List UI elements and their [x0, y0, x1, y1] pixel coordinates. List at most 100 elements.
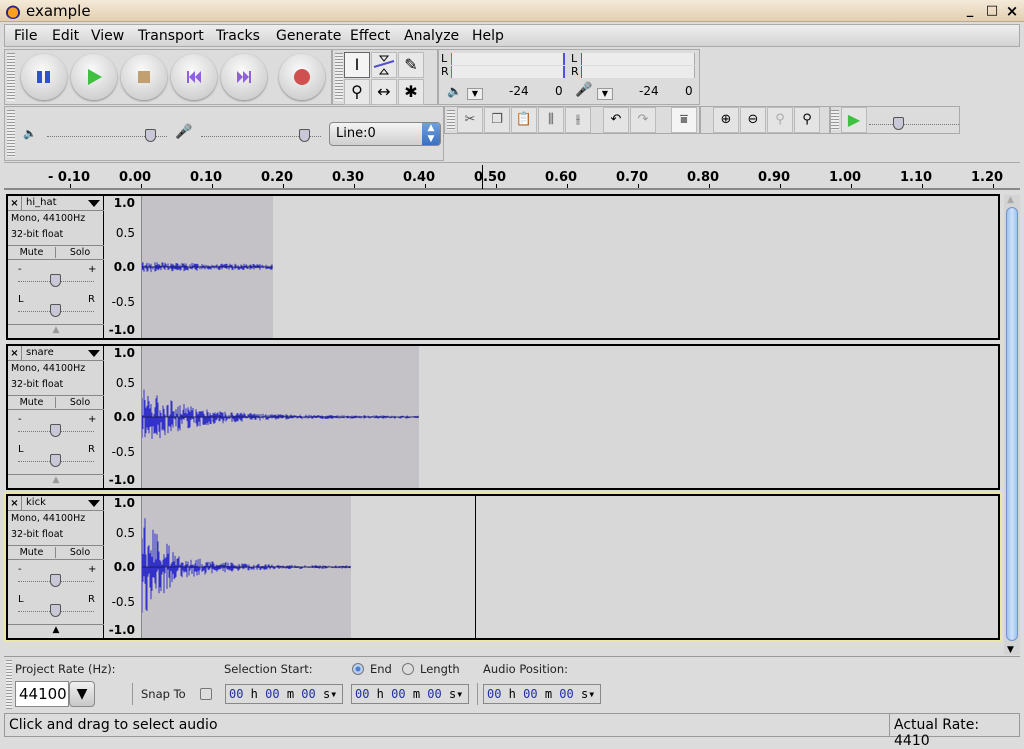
mute-button[interactable]: Mute [8, 397, 56, 408]
track-snare[interactable]: × snare Mono, 44100Hz 32-bit float Mute S… [6, 344, 1000, 490]
zoom-tool-button[interactable]: ⚲ [344, 79, 370, 105]
close-track-icon[interactable]: × [8, 496, 22, 511]
cut-button[interactable]: ✂ [457, 107, 483, 133]
track-name-bar[interactable]: × snare [8, 346, 104, 361]
menu-tracks[interactable]: Tracks [216, 28, 260, 44]
trim-button[interactable]: ⫼ [538, 107, 564, 133]
fit-selection-button[interactable]: ⚲ [767, 107, 793, 133]
collapse-track-button[interactable]: ▲ [8, 474, 104, 488]
redo-button[interactable]: ↷ [630, 107, 656, 133]
audio-clip[interactable] [142, 346, 419, 488]
output-meter-right[interactable] [451, 66, 565, 78]
solo-button[interactable]: Solo [56, 247, 104, 258]
mute-button[interactable]: Mute [8, 247, 56, 258]
minimize-button[interactable]: _ [962, 3, 978, 19]
stop-button[interactable] [121, 54, 167, 100]
output-meter-left[interactable] [451, 53, 565, 65]
scroll-up-icon[interactable]: ▲ [1007, 195, 1014, 205]
play-button[interactable] [71, 54, 117, 100]
track-menu-arrow-icon[interactable] [88, 500, 100, 507]
menu-help[interactable]: Help [472, 28, 504, 44]
track-menu-arrow-icon[interactable] [88, 200, 100, 207]
project-rate-input[interactable]: 44100 [15, 681, 69, 707]
selection-start-time[interactable]: 00 h 00 m 00 s▾ [225, 684, 343, 704]
track-kick[interactable]: × kick Mono, 44100Hz 32-bit float Mute So… [4, 492, 1002, 642]
record-button[interactable] [279, 54, 325, 100]
gain-slider[interactable] [18, 268, 94, 287]
zoom-out-button[interactable]: ⊖ [740, 107, 766, 133]
gain-slider[interactable] [18, 418, 94, 437]
playback-speed-slider[interactable] [869, 111, 959, 130]
track-menu-arrow-icon[interactable] [88, 350, 100, 357]
paste-button[interactable]: 📋 [511, 107, 537, 133]
scrollbar-thumb[interactable] [1006, 207, 1018, 641]
pause-button[interactable] [21, 54, 67, 100]
vertical-scale[interactable]: 1.0 0.5 0.0 -0.5 -1.0 [104, 196, 142, 338]
track-hi_hat[interactable]: × hi_hat Mono, 44100Hz 32-bit float Mute… [6, 194, 1000, 340]
scroll-down-icon[interactable]: ▼ [1007, 645, 1014, 655]
slider-thumb[interactable] [50, 274, 61, 287]
close-track-icon[interactable]: × [8, 346, 22, 361]
output-volume-slider[interactable] [47, 123, 167, 142]
toolbar-grip[interactable] [335, 53, 343, 101]
play-at-speed-button[interactable]: ▶ [841, 107, 867, 133]
pan-slider[interactable] [18, 298, 94, 317]
skip-to-end-button[interactable] [221, 54, 267, 100]
menu-analyze[interactable]: Analyze [404, 28, 459, 44]
track-name-bar[interactable]: × hi_hat [8, 196, 104, 211]
audio-clip[interactable] [142, 496, 351, 638]
vertical-scale[interactable]: 1.0 0.5 0.0 -0.5 -1.0 [104, 496, 142, 638]
close-track-icon[interactable]: × [8, 196, 22, 211]
audio-position-time[interactable]: 00 h 00 m 00 s▾ [483, 684, 601, 704]
play-cursor-marker[interactable] [481, 165, 483, 189]
slider-thumb[interactable] [50, 604, 61, 617]
gain-slider[interactable] [18, 568, 94, 587]
menu-file[interactable]: File [14, 28, 37, 44]
menu-effect[interactable]: Effect [350, 28, 390, 44]
silence-button[interactable]: ⫲ [565, 107, 591, 133]
collapse-track-button[interactable]: ▲ [8, 324, 104, 338]
slider-thumb[interactable] [145, 129, 156, 142]
vertical-scale[interactable]: 1.0 0.5 0.0 -0.5 -1.0 [104, 346, 142, 488]
selection-end-time[interactable]: 00 h 00 m 00 s▾ [351, 684, 469, 704]
vertical-scrollbar[interactable]: ▲ ▼ [1004, 195, 1020, 655]
mute-button[interactable]: Mute [8, 547, 56, 558]
toolbar-grip[interactable] [7, 53, 15, 101]
toolbar-grip[interactable] [6, 660, 12, 709]
menu-view[interactable]: View [91, 28, 124, 44]
toolbar-grip[interactable] [831, 110, 839, 130]
toolbar-grip[interactable] [7, 110, 15, 157]
menu-transport[interactable]: Transport [138, 28, 204, 44]
track-name-bar[interactable]: × kick [8, 496, 104, 511]
skip-to-start-button[interactable] [171, 54, 217, 100]
length-radio[interactable] [402, 663, 414, 675]
slider-thumb[interactable] [893, 117, 904, 130]
collapse-track-button[interactable]: ▲ [8, 624, 104, 638]
snap-to-checkbox[interactable] [200, 688, 212, 700]
audio-clip[interactable] [142, 196, 273, 338]
solo-button[interactable]: Solo [56, 397, 104, 408]
toolbar-grip[interactable] [447, 110, 455, 130]
input-meter-menu[interactable]: ▼ [597, 88, 613, 100]
input-meter-left[interactable] [581, 53, 695, 65]
input-source-select[interactable]: Line:0 ▲ ▼ [329, 122, 441, 146]
maximize-button[interactable]: □ [984, 3, 1000, 19]
slider-thumb[interactable] [50, 574, 61, 587]
solo-button[interactable]: Solo [56, 547, 104, 558]
menu-generate[interactable]: Generate [276, 28, 341, 44]
slider-thumb[interactable] [50, 304, 61, 317]
timeline-ruler[interactable]: - 0.10 0.00 0.10 0.20 0.30 0.40 0.50 0.60 0.70 0.… [4, 162, 1020, 190]
menu-edit[interactable]: Edit [52, 28, 79, 44]
input-volume-slider[interactable] [201, 123, 321, 142]
timeshift-tool-button[interactable]: ↔ [371, 79, 397, 105]
input-meter-right[interactable] [581, 66, 695, 78]
selection-tool-button[interactable]: I [344, 52, 370, 78]
output-meter-menu[interactable]: ▼ [467, 88, 483, 100]
close-button[interactable]: × [1004, 3, 1020, 19]
slider-thumb[interactable] [50, 454, 61, 467]
zoom-in-button[interactable]: ⊕ [713, 107, 739, 133]
undo-button[interactable]: ↶ [603, 107, 629, 133]
slider-thumb[interactable] [299, 129, 310, 142]
envelope-tool-button[interactable] [371, 52, 397, 78]
sync-lock-button[interactable]: ⩸ [671, 107, 697, 133]
